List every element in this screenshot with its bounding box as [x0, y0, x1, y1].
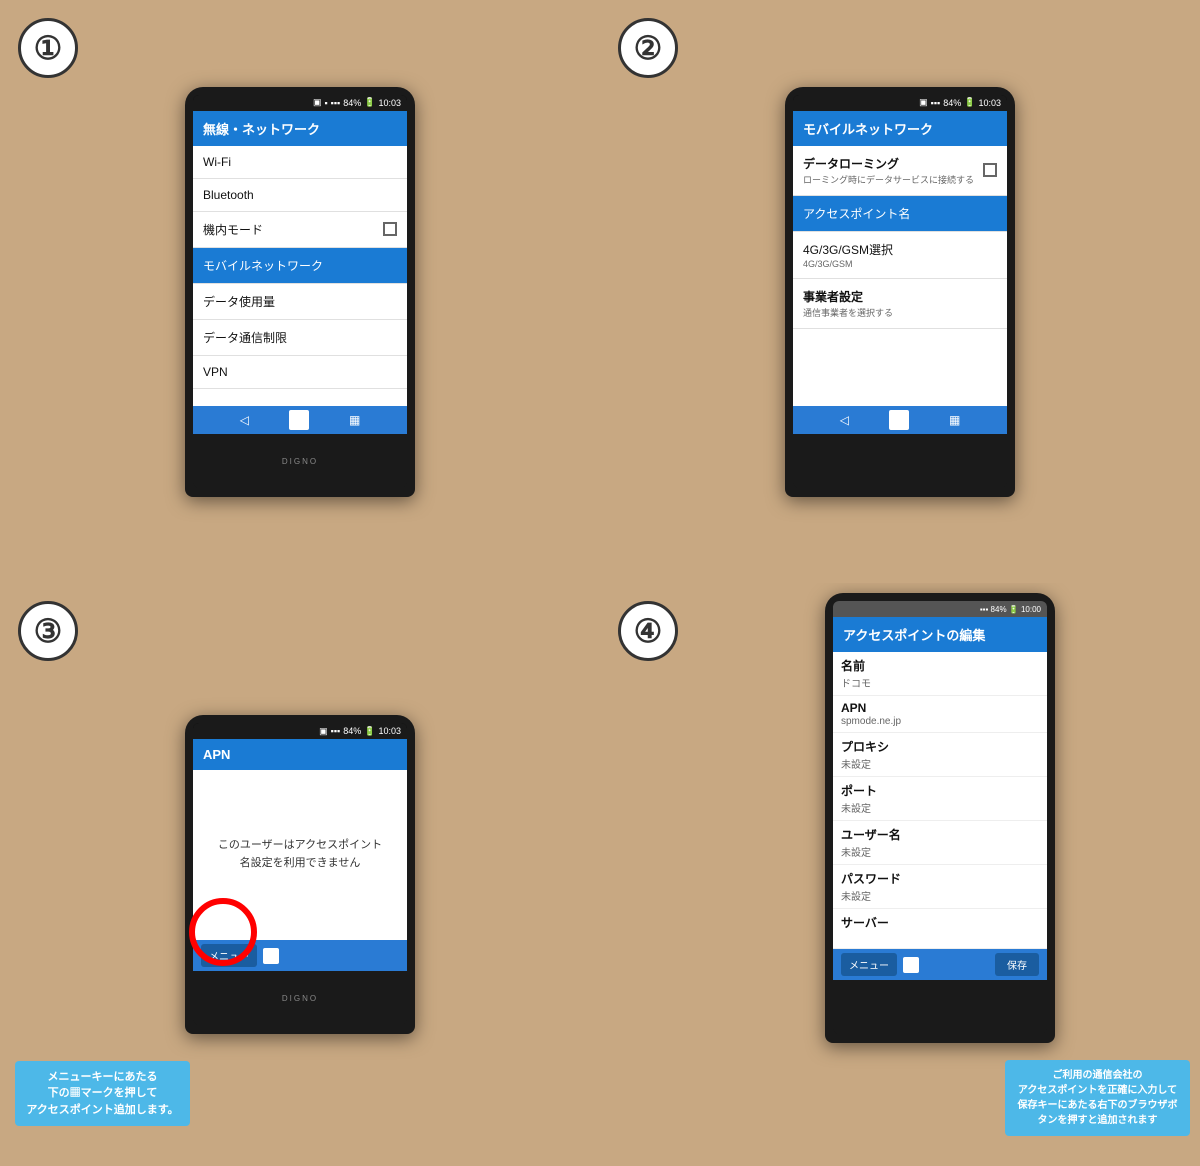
callout-4: ご利用の通信会社の アクセスポイントを正確に入力して 保存キーにあたる右下のブラ…: [1005, 1060, 1190, 1136]
menu-bar-4: メニュー 保存: [833, 949, 1047, 980]
screen-header-4: アクセスポイントの編集: [833, 617, 1047, 652]
home-button-2[interactable]: [889, 410, 909, 430]
menu-airplane[interactable]: 機内モード: [193, 212, 407, 248]
sim-icon-3: ▣: [319, 726, 328, 737]
step-2-quadrant: ② ▣ ▪▪▪ 84% 🔋 10:03 モバイルネットワーク データローミング …: [600, 0, 1200, 583]
brand-label-3: DIGNO: [282, 994, 318, 1003]
phone-2: ▣ ▪▪▪ 84% 🔋 10:03 モバイルネットワーク データローミング ロー…: [785, 87, 1015, 497]
home-button-1[interactable]: [289, 410, 309, 430]
screen-area-4: ▪▪▪ 84% 🔋 10:00 アクセスポイントの編集 名前 ドコモ APN s…: [833, 601, 1047, 980]
brand-label-1: DIGNO: [282, 457, 318, 466]
phone-bottom-bar-2: ◁ ▦: [793, 406, 1007, 434]
menu-4g3g[interactable]: 4G/3G/GSM選択 4G/3G/GSM: [793, 232, 1007, 279]
status-icons-2: ▣ ▪▪▪ 84% 🔋 10:03: [919, 97, 1001, 108]
back-arrow-icon-2: ◁: [840, 413, 849, 427]
screen-area-2: ▣ ▪▪▪ 84% 🔋 10:03 モバイルネットワーク データローミング ロー…: [793, 95, 1007, 434]
callout-3: メニューキーにあたる 下の▦マークを押して アクセスポイント追加します。: [15, 1061, 190, 1127]
sim-icon: ▣: [313, 97, 322, 108]
menu-icon-2: ▦: [949, 413, 960, 427]
status-bar-4: ▪▪▪ 84% 🔋 10:00: [833, 601, 1047, 617]
phone-body-bottom-3: DIGNO: [193, 971, 407, 1026]
menu-bluetooth[interactable]: Bluetooth: [193, 179, 407, 212]
menu-dots-icon: ▦: [349, 413, 360, 427]
status-bar-2: ▣ ▪▪▪ 84% 🔋 10:03: [793, 95, 1007, 111]
battery-icon-2: 🔋: [964, 97, 975, 108]
phone-3: ▣ ▪▪▪ 84% 🔋 10:03 APN このユーザーはアクセスポイント名設定…: [185, 715, 415, 1034]
menu-mobile-network[interactable]: モバイルネットワーク: [193, 248, 407, 284]
menu-wifi[interactable]: Wi-Fi: [193, 146, 407, 179]
step-number-1: ①: [18, 18, 78, 78]
step-4-quadrant: ④ ▪▪▪ 84% 🔋 10:00 アクセスポイントの編集 名前 ドコモ APN…: [600, 583, 1200, 1166]
signal-3: ▪▪▪: [331, 726, 341, 736]
menu-data-limit[interactable]: データ通信制限: [193, 320, 407, 356]
screen-content-1: Wi-Fi Bluetooth 機内モード モバイルネットワーク データ使用量 …: [193, 146, 407, 406]
step-number-4: ④: [618, 601, 678, 661]
time-display: 10:03: [378, 98, 401, 108]
signal-bars-2: ▪▪▪: [931, 98, 941, 108]
detail-item-name: 名前 ドコモ: [833, 652, 1047, 696]
phone-body-bottom-2: [793, 434, 1007, 489]
phone-4: ▪▪▪ 84% 🔋 10:00 アクセスポイントの編集 名前 ドコモ APN s…: [825, 593, 1055, 1043]
step-number-3: ③: [18, 601, 78, 661]
signal-icon: ▪▪▪: [331, 98, 341, 108]
menu-button-3[interactable]: メニュー: [201, 944, 257, 967]
status-bar-1: ▣ ▪ ▪▪▪ 84% 🔋 10:03: [193, 95, 407, 111]
step-1-quadrant: ① ▣ ▪ ▪▪▪ 84% 🔋 10:03 無線・ネットワーク Wi-Fi Bl…: [0, 0, 600, 583]
signal-4: ▪▪▪ 84% 🔋 10:00: [980, 605, 1041, 614]
menu-carrier[interactable]: 事業者設定 通信事業者を選択する: [793, 279, 1007, 329]
step-3-quadrant: ③ ▣ ▪▪▪ 84% 🔋 10:03 APN このユーザーはアクセスポイント名…: [0, 583, 600, 1166]
menu-vpn[interactable]: VPN: [193, 356, 407, 389]
screen-content-2: データローミング ローミング時にデータサービスに接続する アクセスポイント名 4…: [793, 146, 1007, 406]
detail-item-apn: APN spmode.ne.jp: [833, 696, 1047, 733]
menu-bar-white-3: [263, 948, 279, 964]
phone-body-bottom-1: DIGNO: [193, 434, 407, 489]
screen-header-1: 無線・ネットワーク: [193, 111, 407, 146]
menu-bar-3: メニュー: [193, 940, 407, 971]
status-bar-3: ▣ ▪▪▪ 84% 🔋 10:03: [193, 723, 407, 739]
battery-fill: 🔋: [364, 97, 375, 108]
screen-header-3: APN: [193, 739, 407, 770]
screen-header-2: モバイルネットワーク: [793, 111, 1007, 146]
menu-data-usage[interactable]: データ使用量: [193, 284, 407, 320]
battery-pct-3: 84%: [343, 726, 361, 736]
menu-bar-white-4: [903, 957, 919, 973]
back-arrow-icon: ◁: [240, 413, 249, 427]
menu-button-4[interactable]: メニュー: [841, 953, 897, 976]
status-icons-1: ▣ ▪ ▪▪▪ 84% 🔋 10:03: [313, 97, 401, 108]
roaming-checkbox[interactable]: [983, 163, 997, 177]
detail-item-port: ポート 未設定: [833, 777, 1047, 821]
battery-3: 🔋: [364, 726, 375, 737]
battery-pct-2: 84%: [943, 98, 961, 108]
detail-item-proxy: プロキシ 未設定: [833, 733, 1047, 777]
screen-area-1: ▣ ▪ ▪▪▪ 84% 🔋 10:03 無線・ネットワーク Wi-Fi Blue…: [193, 95, 407, 434]
detail-item-username: ユーザー名 未設定: [833, 821, 1047, 865]
step-number-2: ②: [618, 18, 678, 78]
phone-body-bottom-4: [833, 980, 1047, 1035]
airplane-checkbox[interactable]: [383, 222, 397, 236]
detail-item-password: パスワード 未設定: [833, 865, 1047, 909]
screen-content-4: 名前 ドコモ APN spmode.ne.jp プロキシ 未設定 ポート 未設定…: [833, 652, 1047, 949]
phone-bottom-bar-1: ◁ ▦: [193, 406, 407, 434]
menu-roaming[interactable]: データローミング ローミング時にデータサービスに接続する: [793, 146, 1007, 196]
screen-area-3: ▣ ▪▪▪ 84% 🔋 10:03 APN このユーザーはアクセスポイント名設定…: [193, 723, 407, 971]
sim-icon-2: ▣: [919, 97, 928, 108]
battery-percent: 84%: [343, 98, 361, 108]
apn-empty-message: このユーザーはアクセスポイント名設定を利用できません: [193, 770, 407, 940]
phone-1: ▣ ▪ ▪▪▪ 84% 🔋 10:03 無線・ネットワーク Wi-Fi Blue…: [185, 87, 415, 497]
time-3: 10:03: [378, 726, 401, 736]
time-2: 10:03: [978, 98, 1001, 108]
menu-apn[interactable]: アクセスポイント名: [793, 196, 1007, 232]
save-button-4[interactable]: 保存: [995, 953, 1039, 976]
detail-item-server: サーバー: [833, 909, 1047, 949]
battery-icon: ▪: [324, 98, 327, 108]
